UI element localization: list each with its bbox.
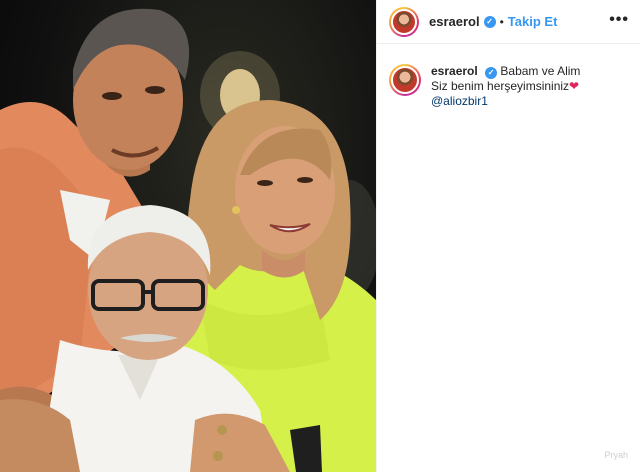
caption-line2: Siz benim herşeyimsininiz: [431, 79, 570, 93]
caption-avatar[interactable]: [389, 64, 421, 96]
more-options-icon[interactable]: •••: [609, 12, 629, 28]
profile-avatar[interactable]: [389, 6, 419, 37]
verified-badge-icon: ✓: [483, 15, 496, 28]
post-caption: esraerol ✓ Babam ve Alim Siz benim herşe…: [389, 64, 633, 109]
heart-icon: ❤: [569, 79, 580, 93]
caption-line1: Babam ve Alim: [500, 64, 581, 78]
instagram-post: esraerol ✓ • Takip Et ••• esraerol ✓ Bab…: [0, 0, 640, 472]
caption-text: esraerol ✓ Babam ve Alim Siz benim herşe…: [431, 64, 580, 109]
separator-dot: •: [499, 14, 504, 29]
post-header: esraerol ✓ • Takip Et •••: [377, 0, 640, 44]
post-side-panel: esraerol ✓ • Takip Et ••• esraerol ✓ Bab…: [376, 0, 640, 472]
avatar-image: [391, 66, 419, 94]
follow-button[interactable]: Takip Et: [508, 14, 558, 29]
username-link[interactable]: esraerol: [429, 14, 480, 29]
caption-second-line: Siz benim herşeyimsininiz❤: [431, 79, 580, 94]
verified-badge-icon: ✓: [485, 66, 498, 79]
watermark-text: Pryah: [604, 450, 628, 460]
avatar-image: [391, 8, 417, 35]
family-photo-illustration: [0, 8, 376, 472]
caption-first-line: esraerol ✓ Babam ve Alim: [431, 64, 580, 79]
caption-username-link[interactable]: esraerol: [431, 64, 478, 78]
post-photo[interactable]: [0, 0, 376, 472]
mention-link[interactable]: @aliozbir1: [431, 94, 580, 109]
